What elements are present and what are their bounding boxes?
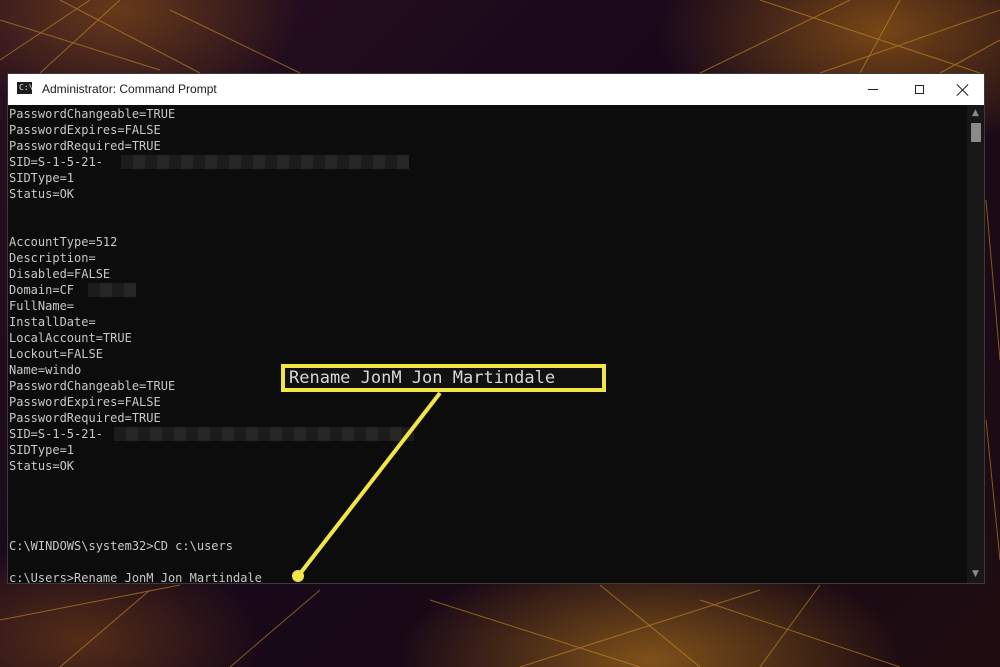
callout-box: Rename JonM Jon Martindale <box>281 364 606 392</box>
callout-leader-line <box>297 391 442 577</box>
callout-leader-dot <box>292 570 304 582</box>
callout-leader <box>292 391 442 582</box>
callout-text: Rename JonM Jon Martindale <box>289 368 556 388</box>
